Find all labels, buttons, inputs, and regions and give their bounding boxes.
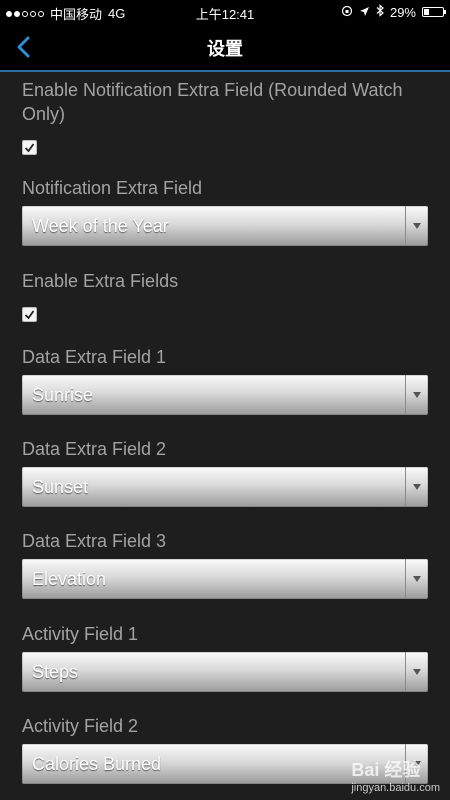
select-value: Week of the Year <box>32 216 169 236</box>
dropdown-arrow <box>405 652 428 692</box>
setting-label: Data Extra Field 3 <box>22 531 167 551</box>
setting-activity-field-1: Activity Field 1 Steps <box>22 622 428 692</box>
battery-level-fill <box>424 9 429 15</box>
setting-label: Notification Extra Field <box>22 178 203 198</box>
setting-data-extra-field-2: Data Extra Field 2 Sunset <box>22 437 428 507</box>
select-value: Steps <box>32 662 79 682</box>
status-right: 29% <box>341 4 446 20</box>
chevron-down-icon <box>413 223 421 229</box>
setting-label: Activity Field 1 <box>22 624 139 644</box>
setting-notification-extra-field: Notification Extra Field Week of the Yea… <box>22 176 428 246</box>
setting-label: Enable Notification Extra Field (Rounded… <box>22 80 403 124</box>
setting-data-extra-field-3: Data Extra Field 3 Elevation <box>22 529 428 599</box>
notification-extra-field-select[interactable]: Week of the Year <box>22 206 428 246</box>
chevron-down-icon <box>413 576 421 582</box>
settings-list: Enable Notification Extra Field (Rounded… <box>0 72 450 800</box>
setting-label: Data Extra Field 2 <box>22 439 167 459</box>
select-value: Sunrise <box>32 385 94 405</box>
chevron-down-icon <box>413 484 421 490</box>
activity-field-1-select[interactable]: Steps <box>22 652 428 692</box>
dropdown-arrow <box>405 467 428 507</box>
setting-label: Data Extra Field 1 <box>22 347 167 367</box>
select-value: Elevation <box>32 569 107 589</box>
setting-enable-extra-fields: Enable Extra Fields <box>22 269 428 322</box>
select-value: Calories Burned <box>32 754 162 774</box>
battery-percent: 29% <box>389 4 416 20</box>
setting-data-extra-field-1: Data Extra Field 1 Sunrise <box>22 345 428 415</box>
dropdown-arrow <box>405 375 428 415</box>
dropdown-arrow <box>405 559 428 599</box>
data-extra-field-2-select[interactable]: Sunset <box>22 467 428 507</box>
watermark-url: jingyan.baidu.com <box>351 782 440 794</box>
watermark-title: Bai 经验 <box>351 760 421 780</box>
data-extra-field-3-select[interactable]: Elevation <box>22 559 428 599</box>
status-bar: 中国移动 4G 上午12:41 29% <box>0 0 450 24</box>
checkmark-icon <box>24 310 35 320</box>
data-extra-field-1-select[interactable]: Sunrise <box>22 375 428 415</box>
setting-label: Enable Extra Fields <box>22 271 179 291</box>
setting-enable-notification-extra-field: Enable Notification Extra Field (Rounded… <box>22 78 428 155</box>
navigation-bar: 设置 <box>0 24 450 72</box>
enable-extra-fields-checkbox[interactable] <box>22 307 37 322</box>
select-value: Sunset <box>32 477 89 497</box>
setting-label: Activity Field 2 <box>22 716 139 736</box>
dropdown-arrow <box>405 206 428 246</box>
chevron-down-icon <box>413 669 421 675</box>
location-arrow-icon <box>359 5 370 20</box>
page-title: 设置 <box>207 39 243 59</box>
rotation-lock-icon <box>341 5 353 20</box>
battery-icon <box>422 7 446 17</box>
enable-notification-extra-field-checkbox[interactable] <box>22 140 37 155</box>
chevron-down-icon <box>413 392 421 398</box>
checkmark-icon <box>24 143 35 153</box>
bluetooth-icon <box>376 4 384 20</box>
baidu-watermark: Bai 经验 jingyan.baidu.com <box>351 756 440 794</box>
